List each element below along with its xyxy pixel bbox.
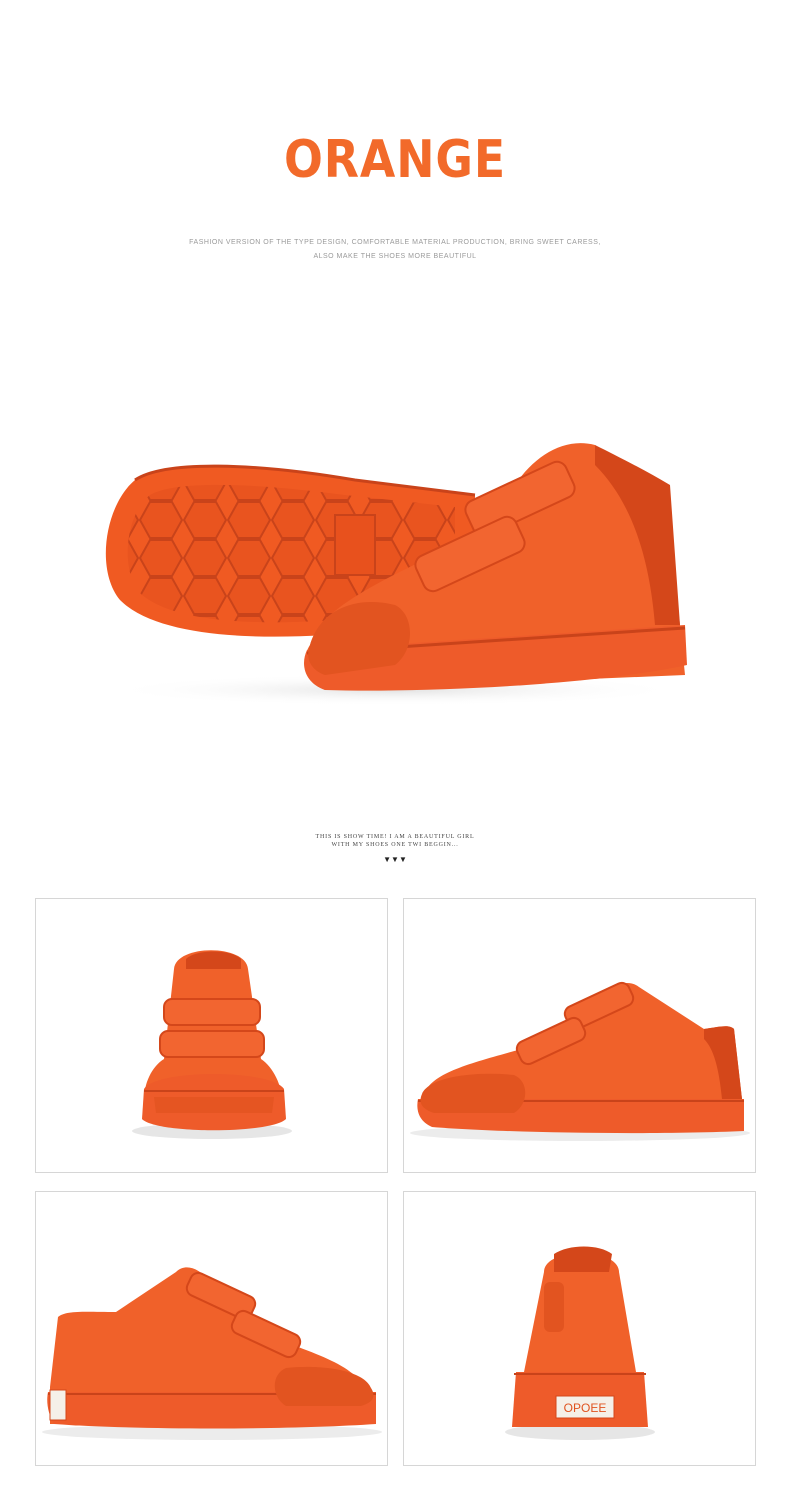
shoe-front-view-image <box>132 950 292 1139</box>
page-title: ORANGE <box>284 130 506 190</box>
gallery-side-view-left[interactable] <box>35 1191 388 1466</box>
shoe-side-view-image <box>410 981 750 1141</box>
shoe-side-view-left-image <box>42 1267 382 1440</box>
caption-line-1: THIS IS SHOW TIME! I AM A BEAUTIFUL GIRL <box>315 834 475 840</box>
shoe-back-view-image: OPOEE <box>505 1246 655 1440</box>
heel-label-logo: OPOEE <box>564 1401 607 1415</box>
gallery-side-view-right[interactable] <box>403 898 756 1173</box>
tagline-line-1: FASHION VERSION OF THE TYPE DESIGN, COMF… <box>189 239 601 246</box>
gallery-front-view[interactable] <box>35 898 388 1173</box>
tagline-line-2: ALSO MAKE THE SHOES MORE BEAUTIFUL <box>313 253 477 260</box>
caption-line-2: WITH MY SHOES ONE TWI BEGGIN... <box>331 842 459 848</box>
hero-shoe-pair-image <box>105 443 687 706</box>
down-arrows-icon: ▼▼▼ <box>383 855 407 864</box>
gallery-back-view[interactable]: OPOEE <box>403 1191 756 1466</box>
